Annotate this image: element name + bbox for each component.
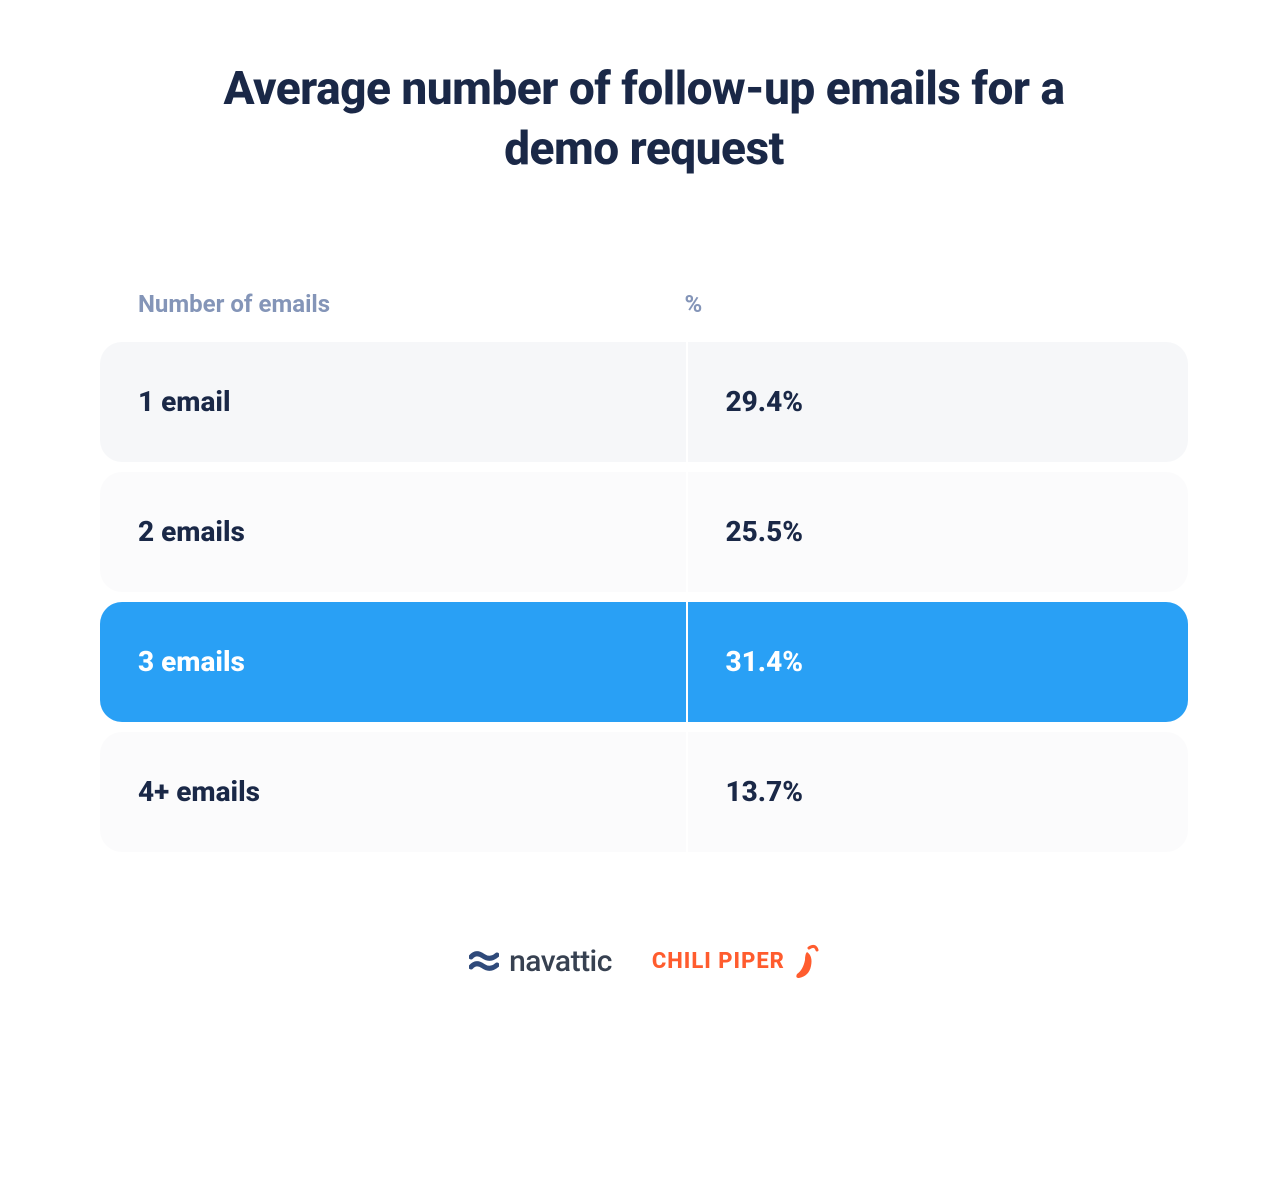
chart-title: Average number of follow-up emails for a…: [214, 60, 1074, 180]
row-label: 4+ emails: [100, 732, 688, 852]
row-label: 1 email: [100, 342, 688, 462]
row-value: 25.5%: [688, 472, 1188, 592]
chart-container: Average number of follow-up emails for a…: [100, 60, 1188, 982]
row-value: 31.4%: [688, 602, 1188, 722]
logos-footer: navattic CHILI PIPER: [100, 942, 1188, 982]
table-row: 3 emails 31.4%: [100, 602, 1188, 722]
chilipiper-pepper-icon: [791, 942, 819, 982]
header-number-of-emails: Number of emails: [138, 290, 684, 318]
data-table: Number of emails % 1 email 29.4% 2 email…: [100, 290, 1188, 852]
table-row: 4+ emails 13.7%: [100, 732, 1188, 852]
navattic-wave-icon: [469, 947, 499, 977]
header-percent: %: [684, 290, 1150, 318]
row-value: 29.4%: [688, 342, 1188, 462]
chilipiper-logo-text: CHILI PIPER: [652, 949, 785, 974]
table-row: 1 email 29.4%: [100, 342, 1188, 462]
table-row: 2 emails 25.5%: [100, 472, 1188, 592]
row-label: 3 emails: [100, 602, 688, 722]
row-value: 13.7%: [688, 732, 1188, 852]
table-header: Number of emails %: [100, 290, 1188, 342]
navattic-logo: navattic: [469, 944, 612, 979]
row-label: 2 emails: [100, 472, 688, 592]
navattic-logo-text: navattic: [509, 944, 612, 979]
chilipiper-logo: CHILI PIPER: [652, 942, 819, 982]
